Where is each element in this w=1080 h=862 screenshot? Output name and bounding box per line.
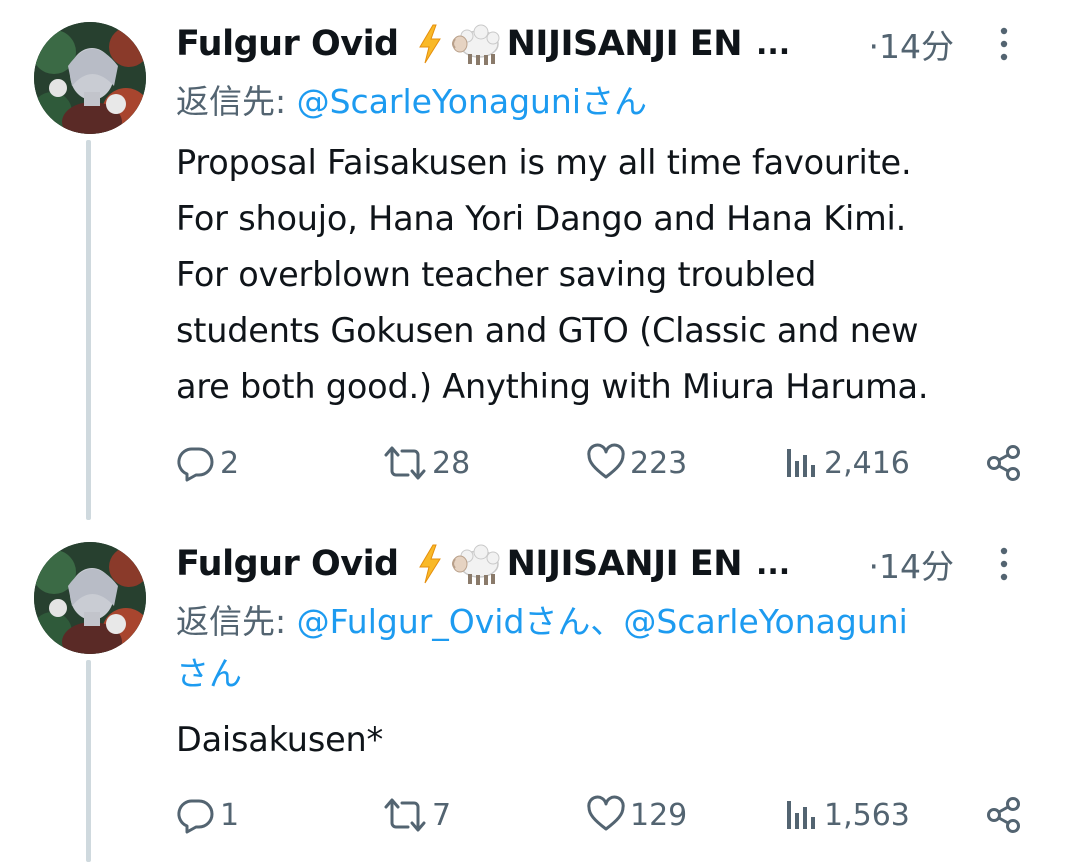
bar-chart-icon [787,449,815,477]
share-nodes-icon [987,797,1020,833]
lightning-bolt-emoji [418,544,441,584]
like-button[interactable]: 129 [586,790,687,840]
reply-to-prefix: 返信先: [176,602,297,641]
like-count: 129 [630,797,688,833]
lightning-bolt-emoji [418,24,441,64]
reply-button[interactable]: 1 [176,790,239,840]
view-count: 2,416 [824,445,910,481]
name-ellipsis: ... [756,546,791,582]
mention-link[interactable]: @ScarleYonaguniさん [297,82,647,121]
retweet-button[interactable]: 7 [382,790,451,840]
avatar-image [34,22,146,134]
author-name-suffix: NIJISANJI EN [506,544,743,584]
sheep-emoji [451,544,500,585]
tweet-timestamp[interactable]: ·14分 [869,20,954,68]
retweet-arrows-icon [384,446,426,480]
heart-outline-icon [587,443,625,479]
mention-link[interactable]: @ScarleYonaguni [623,602,907,641]
mention-separator: 、 [590,602,624,641]
mention-suffix[interactable]: さん [176,654,242,693]
tweet[interactable]: Fulgur Ovid NIJISANJI EN ... ·14分 返信先: @… [0,520,1080,862]
more-options-icon[interactable] [998,26,1010,62]
views-button[interactable]: 2,416 [784,438,910,488]
avatar-image [34,542,146,654]
mention-link[interactable]: @Fulgur_Ovidさん [297,602,591,641]
author-name[interactable]: Fulgur Ovid [176,24,399,64]
reply-button[interactable]: 2 [176,438,239,488]
thread-connector-line [86,660,91,862]
share-button[interactable] [984,438,1024,488]
reply-count: 1 [220,797,240,833]
retweet-count: 28 [432,445,471,481]
reply-count: 2 [220,445,240,481]
tweet-header: Fulgur Ovid NIJISANJI EN ... ·14分 [176,16,1056,72]
like-button[interactable]: 223 [586,438,687,488]
thread-connector-line [86,140,91,520]
bar-chart-icon [787,801,815,829]
share-button[interactable] [984,790,1024,840]
tweet-timestamp[interactable]: ·14分 [869,540,954,588]
more-options-icon[interactable] [998,546,1010,582]
sheep-emoji [451,24,500,65]
avatar[interactable] [34,542,146,654]
speech-bubble-icon [177,447,214,482]
name-ellipsis: ... [756,26,791,62]
author-name[interactable]: Fulgur Ovid [176,544,399,584]
retweet-button[interactable]: 28 [382,438,470,488]
tweet[interactable]: Fulgur Ovid NIJISANJI EN ... ·14分 返信先: @… [0,0,1080,520]
tweet-actions: 1 7 129 1,563 [176,790,1036,840]
retweet-arrows-icon [384,798,426,832]
like-count: 223 [630,445,688,481]
speech-bubble-icon [177,799,214,834]
tweet-text: Proposal Faisakusen is my all time favou… [176,143,929,406]
reply-to-line: 返信先: @Fulgur_Ovidさん、@ScarleYonaguni さん [176,596,1046,700]
tweet-actions: 2 28 223 2,416 [176,438,1036,488]
reply-to-prefix: 返信先: [176,82,297,121]
views-button[interactable]: 1,563 [784,790,910,840]
tweet-header: Fulgur Ovid NIJISANJI EN ... ·14分 [176,536,1056,592]
tweet-text: Daisakusen* [176,720,384,759]
view-count: 1,563 [824,797,910,833]
heart-outline-icon [587,795,625,831]
share-nodes-icon [987,445,1020,481]
retweet-count: 7 [432,797,452,833]
author-name-suffix: NIJISANJI EN [506,24,743,64]
avatar[interactable] [34,22,146,134]
reply-to-line: 返信先: @ScarleYonaguniさん [176,76,1046,128]
